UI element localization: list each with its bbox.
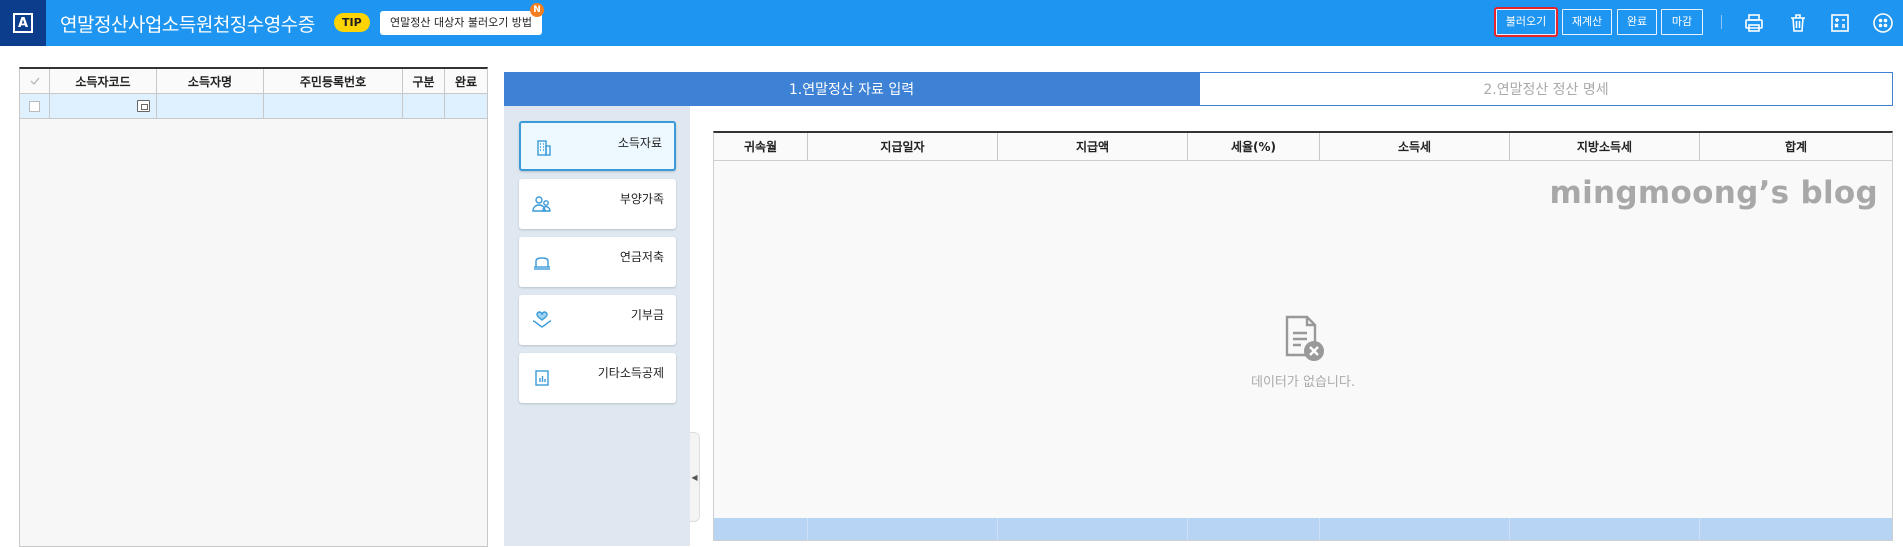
no-data-icon — [1279, 313, 1327, 363]
main-grid-header: 귀속월 지급일자 지급액 세율(%) 소득세 지방소득세 합계 — [714, 133, 1892, 161]
building-icon — [533, 137, 555, 159]
page-title: 연말정산사업소득원천징수영수증 — [60, 14, 315, 36]
side-item-pension-savings[interactable]: 연금저축 — [519, 237, 676, 287]
side-menu: 소득자료 부양가족 연금저축 기부금 기타소득공제 — [504, 106, 690, 546]
chart-doc-icon — [531, 367, 553, 389]
summary-cell — [714, 518, 808, 540]
empty-state: 데이터가 없습니다. — [714, 313, 1892, 390]
header-divider — [1721, 15, 1722, 29]
income-earner-grid: 소득자코드 소득자명 주민등록번호 구분 완료 — [19, 67, 488, 547]
income-data-grid: 귀속월 지급일자 지급액 세율(%) 소득세 지방소득세 합계 mingmoon… — [713, 131, 1893, 541]
col-total[interactable]: 합계 — [1700, 133, 1892, 160]
tip-link[interactable]: 연말정산 대상자 불러오기 방법 — [380, 11, 543, 35]
tip-badge: TIP — [334, 13, 370, 32]
recalc-button[interactable]: 재계산 — [1562, 9, 1612, 35]
type-cell[interactable] — [403, 94, 445, 118]
table-row[interactable] — [20, 94, 487, 119]
col-payment-amount[interactable]: 지급액 — [998, 133, 1188, 160]
col-payment-date[interactable]: 지급일자 — [808, 133, 998, 160]
collapse-handle[interactable]: ◀ — [690, 432, 700, 522]
summary-cell — [1320, 518, 1510, 540]
col-type[interactable]: 구분 — [403, 69, 445, 93]
grid-header: 소득자코드 소득자명 주민등록번호 구분 완료 — [20, 69, 487, 94]
side-item-other-deductions[interactable]: 기타소득공제 — [519, 353, 676, 403]
col-resident-number[interactable]: 주민등록번호 — [264, 69, 403, 93]
col-local-income-tax[interactable]: 지방소득세 — [1510, 133, 1700, 160]
logo-letter: A — [13, 13, 33, 33]
select-all-checkbox[interactable] — [20, 69, 50, 93]
donation-icon — [531, 309, 553, 331]
new-badge: N — [530, 3, 544, 17]
summary-cell — [1510, 518, 1700, 540]
summary-cell — [808, 518, 998, 540]
tab-settlement-input[interactable]: 1.연말정산 자료 입력 — [504, 72, 1199, 106]
summary-cell — [1700, 518, 1892, 540]
col-income-name[interactable]: 소득자명 — [157, 69, 264, 93]
calculator-icon[interactable] — [1828, 11, 1852, 35]
col-tax-rate[interactable]: 세율(%) — [1188, 133, 1320, 160]
resident-number-cell[interactable] — [264, 94, 403, 118]
side-item-income-data[interactable]: 소득자료 — [519, 121, 676, 171]
pension-icon — [531, 251, 553, 273]
menu-icon[interactable] — [1871, 11, 1895, 35]
print-icon[interactable] — [1742, 11, 1766, 35]
summary-cell — [1188, 518, 1320, 540]
col-attribution-month[interactable]: 귀속월 — [714, 133, 808, 160]
close-button[interactable]: 마감 — [1661, 9, 1703, 35]
load-button[interactable]: 불러오기 — [1494, 7, 1558, 37]
summary-row — [714, 518, 1892, 540]
tab-settlement-detail[interactable]: 2.연말정산 정산 명세 — [1199, 72, 1893, 106]
done-button[interactable]: 완료 — [1617, 9, 1657, 35]
done-cell[interactable] — [445, 94, 487, 118]
side-item-donations[interactable]: 기부금 — [519, 295, 676, 345]
empty-message: 데이터가 없습니다. — [1251, 375, 1355, 390]
summary-cell — [998, 518, 1188, 540]
col-income-code[interactable]: 소득자코드 — [50, 69, 157, 93]
col-done[interactable]: 완료 — [445, 69, 487, 93]
code-picker-icon[interactable] — [137, 100, 150, 112]
app-header: A 연말정산사업소득원천징수영수증 TIP 연말정산 대상자 불러오기 방법 N… — [0, 0, 1903, 46]
trash-icon[interactable] — [1786, 11, 1810, 35]
row-checkbox[interactable] — [20, 94, 50, 118]
income-name-cell[interactable] — [157, 94, 264, 118]
app-logo[interactable]: A — [0, 0, 46, 46]
watermark: mingmoong’s blog — [1549, 175, 1878, 211]
side-item-dependents[interactable]: 부양가족 — [519, 179, 676, 229]
income-code-cell[interactable] — [50, 94, 157, 118]
family-icon — [531, 193, 553, 215]
col-income-tax[interactable]: 소득세 — [1320, 133, 1510, 160]
